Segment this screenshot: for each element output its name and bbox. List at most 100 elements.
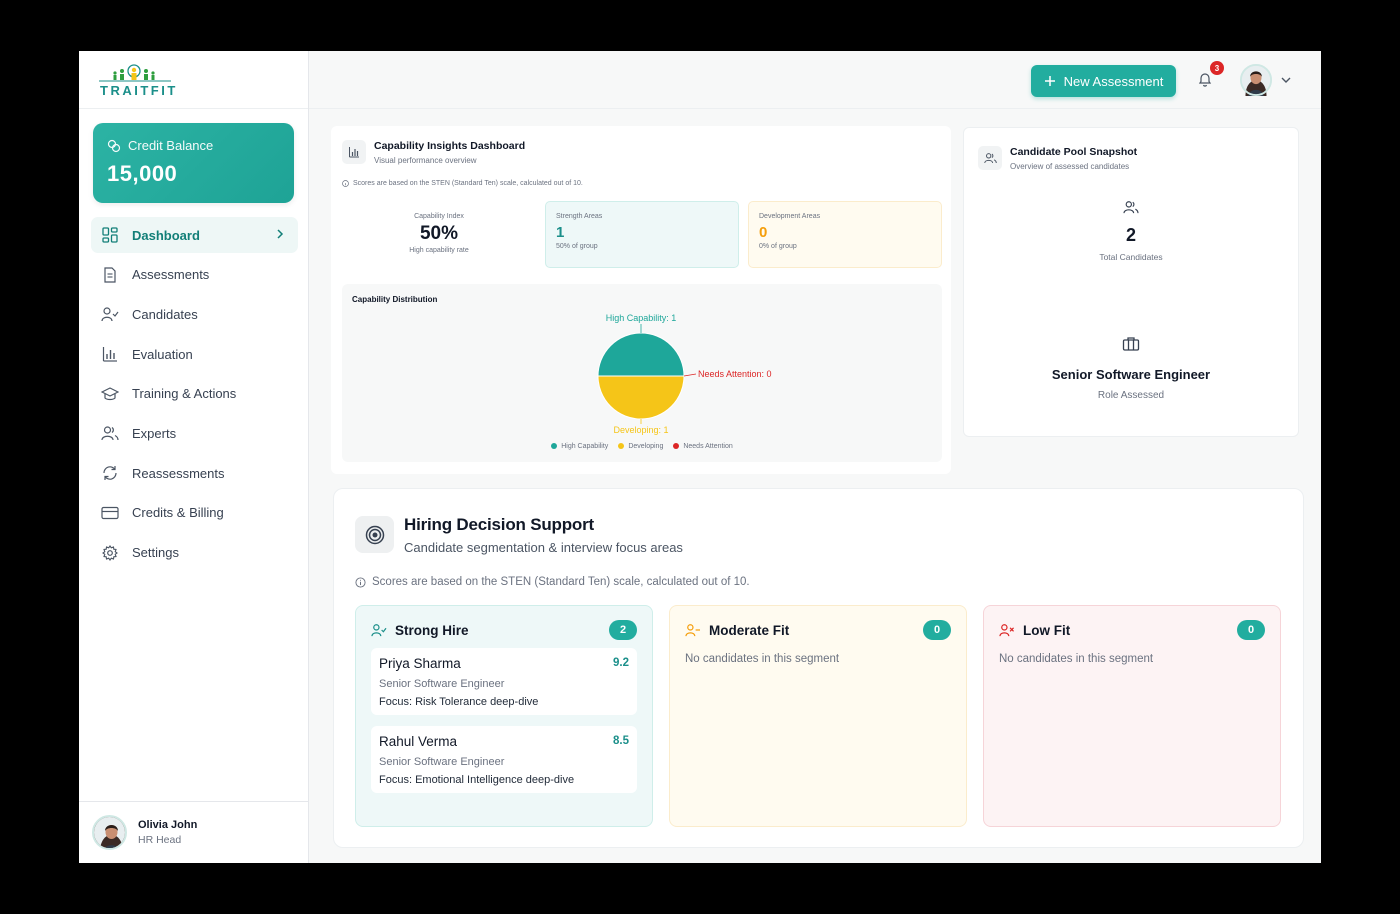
new-assessment-button[interactable]: New Assessment xyxy=(1031,65,1176,97)
sidebar-item-label: Dashboard xyxy=(132,227,200,243)
segment-title: Low Fit xyxy=(1023,622,1071,638)
sidebar-item-label: Credits & Billing xyxy=(132,505,224,521)
legend-label: Needs Attention xyxy=(683,443,733,450)
user-check-icon xyxy=(371,624,387,637)
sidebar: TRAITFIT Credit Balance 15,000 Dashboard xyxy=(79,51,309,863)
capability-distribution-chart: Capability Distribution High Capability:… xyxy=(342,284,942,462)
hiring-title: Hiring Decision Support xyxy=(404,515,594,534)
sidebar-item-evaluation[interactable]: Evaluation xyxy=(91,336,298,372)
sidebar-item-candidates[interactable]: Candidates xyxy=(91,296,298,332)
candidate-role: Senior Software Engineer xyxy=(379,756,505,768)
hiring-decision-panel: Hiring Decision Support Candidate segmen… xyxy=(333,488,1304,848)
leader-line xyxy=(683,373,697,377)
dashboard-icon xyxy=(100,225,120,245)
target-icon xyxy=(355,516,394,553)
total-candidates-value: 2 xyxy=(1125,225,1136,245)
notification-badge: 3 xyxy=(1210,61,1224,75)
candidate-name: Rahul Verma xyxy=(379,734,458,749)
segment-title: Moderate Fit xyxy=(709,622,790,638)
sidebar-item-experts[interactable]: Experts xyxy=(91,415,298,451)
chart-legend: High Capability Developing Needs Attention xyxy=(342,443,942,450)
legend-item[interactable]: Needs Attention xyxy=(673,443,733,450)
total-candidates-label: Total Candidates xyxy=(1099,252,1163,262)
info-icon xyxy=(355,576,366,588)
sidebar-item-credits-billing[interactable]: Credits & Billing xyxy=(91,495,298,531)
role-assessed-card: Senior Software Engineer Role Assessed xyxy=(978,336,1284,422)
slice-label: Developing: 1 xyxy=(613,425,668,435)
pie-slice-high-capability[interactable] xyxy=(597,332,685,377)
pool-subtitle: Overview of assessed candidates xyxy=(1010,162,1130,171)
legend-item[interactable]: Developing xyxy=(618,443,663,450)
chevron-down-icon[interactable] xyxy=(1280,75,1292,85)
user-role: HR Head xyxy=(138,834,182,846)
user-profile[interactable]: Olivia John HR Head xyxy=(79,801,309,863)
legend-swatch xyxy=(618,443,625,450)
info-icon xyxy=(342,180,349,187)
credit-balance-label: Credit Balance xyxy=(128,138,214,153)
segment-strong-hire: Strong Hire 2 Priya Sharma 9.2 Senior So… xyxy=(355,605,653,827)
bar-chart-icon xyxy=(342,140,366,164)
logo-people-icon xyxy=(99,64,171,82)
capability-index-card: Capability Index 50% High capability rat… xyxy=(342,201,536,268)
user-check-icon xyxy=(100,304,120,324)
bell-icon[interactable] xyxy=(1198,71,1212,87)
sidebar-item-assessments[interactable]: Assessments xyxy=(91,257,298,293)
sten-note: Scores are based on the STEN (Standard T… xyxy=(342,180,583,187)
logo[interactable]: TRAITFIT xyxy=(79,51,308,109)
candidate-card-rahul-verma[interactable]: Rahul Verma 8.5 Senior Software Engineer… xyxy=(371,726,637,793)
sidebar-item-label: Reassessments xyxy=(132,465,225,481)
credit-balance-card[interactable]: Credit Balance 15,000 xyxy=(93,123,294,203)
header-avatar[interactable] xyxy=(1240,64,1272,96)
sidebar-item-settings[interactable]: Settings xyxy=(91,535,298,571)
capability-subtitle: Visual performance overview xyxy=(374,156,477,165)
users-icon xyxy=(978,146,1002,170)
logo-text: TRAITFIT xyxy=(100,83,178,98)
pie-slice-developing[interactable] xyxy=(597,375,685,420)
candidate-card-priya-sharma[interactable]: Priya Sharma 9.2 Senior Software Enginee… xyxy=(371,648,637,715)
coins-icon xyxy=(107,139,121,152)
segment-empty-text: No candidates in this segment xyxy=(999,653,1154,665)
strength-areas-card: Strength Areas 1 50% of group xyxy=(545,201,739,268)
sidebar-item-training[interactable]: Training & Actions xyxy=(91,376,298,412)
sidebar-item-label: Evaluation xyxy=(132,346,193,362)
slice-label: High Capability: 1 xyxy=(606,313,677,323)
user-minus-icon xyxy=(685,624,700,637)
sidebar-item-label: Experts xyxy=(132,425,177,441)
sidebar-item-label: Settings xyxy=(132,545,179,560)
segment-count-badge: 2 xyxy=(609,620,637,640)
briefcase-icon xyxy=(1122,337,1140,351)
sidebar-item-label: Candidates xyxy=(132,306,198,322)
sidebar-item-dashboard[interactable]: Dashboard xyxy=(91,217,298,253)
legend-label: High Capability xyxy=(561,443,609,450)
hiring-sten-note: Scores are based on the STEN (Standard T… xyxy=(355,576,750,588)
capability-title: Capability Insights Dashboard xyxy=(374,140,526,152)
sidebar-item-label: Assessments xyxy=(132,267,210,283)
pool-title: Candidate Pool Snapshot xyxy=(1010,146,1138,158)
user-name: Olivia John xyxy=(138,819,198,831)
capability-insights-panel: Capability Insights Dashboard Visual per… xyxy=(331,126,951,474)
new-assessment-label: New Assessment xyxy=(1063,73,1164,89)
avatar xyxy=(92,815,127,850)
strength-areas-value: 1 xyxy=(556,224,565,241)
credit-card-icon xyxy=(100,503,120,523)
segment-count-badge: 0 xyxy=(923,620,951,640)
users-icon xyxy=(100,423,120,443)
total-candidates-card: 2 Total Candidates xyxy=(978,186,1284,328)
sidebar-nav: Dashboard Assessments Candidates Evaluat… xyxy=(91,217,298,574)
gear-icon xyxy=(100,543,120,563)
candidate-focus: Focus: Risk Tolerance deep-dive xyxy=(379,696,539,708)
sidebar-item-reassessments[interactable]: Reassessments xyxy=(91,455,298,491)
role-name: Senior Software Engineer xyxy=(1051,367,1211,382)
legend-item[interactable]: High Capability xyxy=(551,443,608,450)
role-label: Role Assessed xyxy=(1097,390,1165,401)
plus-icon xyxy=(1044,76,1055,86)
development-areas-value: 0 xyxy=(759,224,768,241)
legend-label: Developing xyxy=(628,443,664,450)
candidate-score: 9.2 xyxy=(613,657,629,669)
segment-empty-text: No candidates in this segment xyxy=(685,653,840,665)
graduation-cap-icon xyxy=(100,384,120,404)
segment-title: Strong Hire xyxy=(395,622,469,638)
bar-chart-icon xyxy=(100,344,120,364)
top-header: New Assessment 3 xyxy=(309,51,1321,109)
segment-low-fit: Low Fit 0 No candidates in this segment xyxy=(983,605,1281,827)
